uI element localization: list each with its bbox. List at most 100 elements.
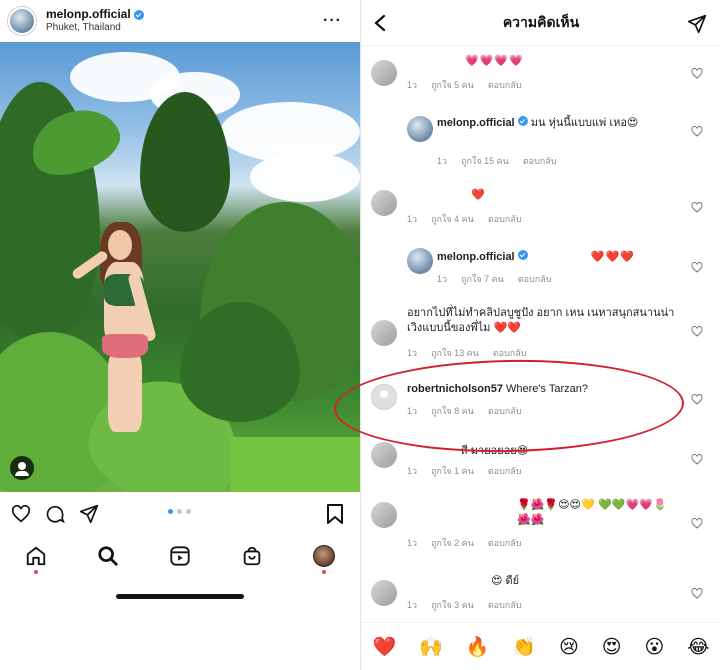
- tab-home[interactable]: [20, 540, 52, 574]
- like-comment-heart-icon[interactable]: [691, 124, 703, 142]
- reply-button[interactable]: ตอบกลับ: [488, 464, 522, 478]
- commenter-avatar[interactable]: [371, 60, 397, 86]
- share-icon[interactable]: [78, 503, 100, 525]
- quick-emoji-clap[interactable]: 👏: [512, 635, 536, 658]
- comment-time: 1ว: [407, 214, 418, 224]
- reply-button[interactable]: ตอบกลับ: [493, 346, 527, 360]
- quick-emoji-joy[interactable]: 😂: [687, 636, 709, 658]
- like-comment-heart-icon[interactable]: [691, 392, 703, 410]
- comment-likes[interactable]: ถูกใจ 13 คน: [431, 346, 479, 360]
- comment-text: 💗💗💗💗: [465, 55, 524, 67]
- like-comment-heart-icon[interactable]: [691, 324, 703, 342]
- commenter-avatar[interactable]: [371, 320, 397, 346]
- comment-content: melonp.official ❤️❤️❤️: [437, 250, 677, 265]
- like-comment-heart-icon[interactable]: [691, 260, 703, 278]
- shop-icon: [243, 546, 261, 566]
- send-button[interactable]: [687, 14, 707, 39]
- comment-username[interactable]: robertnicholson57: [407, 383, 503, 395]
- post-location[interactable]: Phuket, Thailand: [46, 22, 144, 34]
- like-comment-heart-icon[interactable]: [691, 452, 703, 470]
- home-indicator: [116, 594, 244, 599]
- comment-time: 1ว: [407, 406, 418, 416]
- comment-meta: 1ว ถูกใจ 7 คน ตอบกลับ: [437, 272, 551, 286]
- post-author-avatar[interactable]: [8, 7, 36, 35]
- profile-avatar: [313, 545, 335, 567]
- post-username[interactable]: melonp.official: [46, 8, 131, 22]
- comment-likes[interactable]: ถูกใจ 5 คน: [431, 78, 474, 92]
- comment-reply-item: melonp.official มน หุ่นนี้แบบแพ่ เหอ😍 1ว…: [361, 112, 720, 174]
- comment-likes[interactable]: ถูกใจ 7 คน: [461, 272, 504, 286]
- comment-time: 1ว: [407, 80, 418, 90]
- commenter-avatar[interactable]: [371, 502, 397, 528]
- tab-search[interactable]: [92, 540, 124, 572]
- comment-item: 🌹🌺🌹😍😍💛 💚💚💗💗🌷🌺🌺 1ว ถูกใจ 2 คน ตอบกลับ: [361, 496, 720, 552]
- tag-people-icon[interactable]: [10, 456, 34, 480]
- comment-meta: 1ว ถูกใจ 1 คน ตอบกลับ: [407, 464, 521, 478]
- back-button[interactable]: [373, 14, 387, 37]
- send-icon: [687, 14, 707, 34]
- comment-icon[interactable]: [44, 503, 66, 525]
- tab-shop[interactable]: [236, 540, 268, 572]
- post-panel: melonp.official Phuket, Thailand ···: [0, 0, 360, 670]
- reply-button[interactable]: ตอบกลับ: [488, 536, 522, 550]
- commenter-avatar[interactable]: [407, 116, 433, 142]
- like-comment-heart-icon[interactable]: [691, 516, 703, 534]
- quick-emoji-cry[interactable]: 😢: [559, 636, 579, 658]
- post-photo[interactable]: [0, 42, 360, 492]
- comment-likes[interactable]: ถูกใจ 2 คน: [431, 536, 474, 550]
- reply-button[interactable]: ตอบกลับ: [488, 78, 522, 92]
- like-comment-heart-icon[interactable]: [691, 586, 703, 604]
- comments-header: ความคิดเห็น: [361, 0, 720, 46]
- commenter-avatar[interactable]: [371, 384, 397, 410]
- quick-emoji-raised-hands[interactable]: 🙌: [419, 635, 443, 658]
- comment-item: 😍 ดีย์ 1ว ถูกใจ 3 คน ตอบกลับ: [361, 570, 720, 614]
- comment-item-highlighted: robertnicholson57 Where's Tarzan? 1ว ถูก…: [361, 378, 720, 422]
- more-options-button[interactable]: ···: [323, 12, 352, 30]
- heart-icon[interactable]: [10, 503, 32, 525]
- tab-reels[interactable]: [164, 540, 196, 572]
- comment-meta: 1ว ถูกใจ 8 คน ตอบกลับ: [407, 404, 521, 418]
- reply-button[interactable]: ตอบกลับ: [518, 272, 552, 286]
- back-icon: [374, 14, 386, 32]
- quick-emoji-fire[interactable]: 🔥: [466, 635, 490, 658]
- like-comment-heart-icon[interactable]: [691, 200, 703, 218]
- comment-meta: 1ว ถูกใจ 5 คน ตอบกลับ: [407, 78, 521, 92]
- comment-time: 1ว: [407, 348, 418, 358]
- comment-likes[interactable]: ถูกใจ 8 คน: [431, 404, 474, 418]
- reply-button[interactable]: ตอบกลับ: [488, 404, 522, 418]
- quick-emoji-surprised[interactable]: 😮: [645, 636, 665, 658]
- tab-profile[interactable]: [308, 540, 340, 574]
- comment-item: 💗💗💗💗 1ว ถูกใจ 5 คน ตอบกลับ: [361, 50, 720, 100]
- verified-badge-icon: [517, 116, 528, 126]
- quick-emoji-heart[interactable]: ❤️: [372, 635, 396, 658]
- post-header: melonp.official Phuket, Thailand ···: [0, 0, 360, 42]
- comments-panel: ความคิดเห็น 💗💗💗💗 1ว ถูกใจ 5 คน ตอบกลับ m…: [360, 0, 720, 670]
- home-notification-dot: [34, 570, 38, 574]
- comment-content: melonp.official มน หุ่นนี้แบบแพ่ เหอ😍: [437, 116, 677, 131]
- like-comment-heart-icon[interactable]: [691, 66, 703, 84]
- commenter-avatar[interactable]: [407, 248, 433, 274]
- comment-item: อยากไปที่ไม่ทำคลิปลบูชูปัง อยาก เหน เนหา…: [361, 304, 720, 362]
- comment-meta: 1ว ถูกใจ 13 คน ตอบกลับ: [407, 346, 526, 360]
- carousel-indicator: [168, 509, 191, 514]
- home-icon: [26, 546, 46, 566]
- comment-text: Where's Tarzan?: [506, 383, 589, 395]
- search-icon: [98, 546, 118, 566]
- quick-emoji-heart-eyes[interactable]: 😍: [602, 636, 622, 658]
- comment-likes[interactable]: ถูกใจ 1 คน: [431, 464, 474, 478]
- comment-text: ❤️❤️❤️: [590, 251, 635, 263]
- comment-likes[interactable]: ถูกใจ 3 คน: [431, 598, 474, 612]
- comment-likes[interactable]: ถูกใจ 4 คน: [431, 212, 474, 226]
- comment-reply-item: melonp.official ❤️❤️❤️ 1ว ถูกใจ 7 คน ตอบ…: [361, 246, 720, 292]
- commenter-avatar[interactable]: [371, 190, 397, 216]
- reply-button[interactable]: ตอบกลับ: [488, 212, 522, 226]
- reply-button[interactable]: ตอบกลับ: [523, 154, 557, 168]
- comment-username[interactable]: melonp.official: [437, 117, 515, 129]
- bookmark-icon[interactable]: [324, 503, 346, 525]
- comment-likes[interactable]: ถูกใจ 15 คน: [461, 154, 509, 168]
- commenter-avatar[interactable]: [371, 580, 397, 606]
- commenter-avatar[interactable]: [371, 442, 397, 468]
- reply-button[interactable]: ตอบกลับ: [488, 598, 522, 612]
- comment-username[interactable]: melonp.official: [437, 251, 515, 263]
- comment-content: robertnicholson57 Where's Tarzan?: [407, 382, 683, 397]
